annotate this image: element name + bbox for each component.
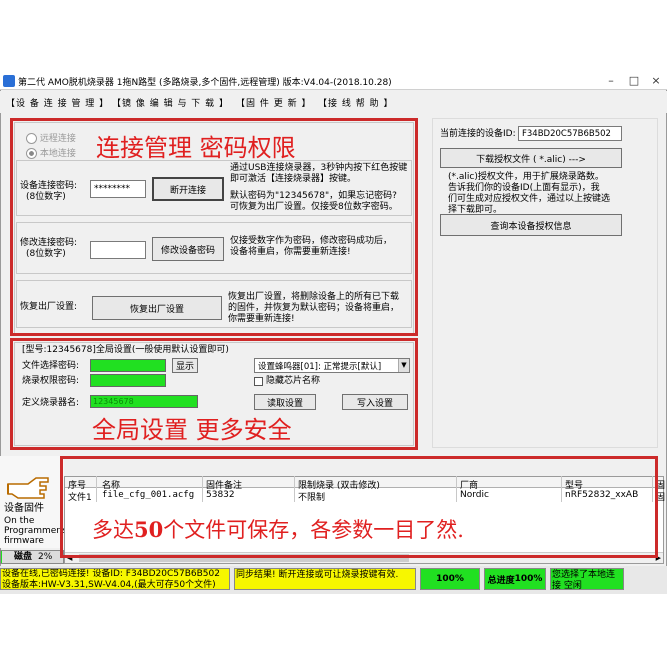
query-license-button[interactable]: 查询本设备授权信息 [440,214,622,236]
disk-label: 磁盘 [14,552,33,562]
pointing-hand-icon [7,477,49,499]
firmware-label-cn: 设备固件 [4,503,44,514]
device-id-label: 当前连接的设备ID: [440,129,516,139]
minimize-icon[interactable]: – [600,73,622,89]
auth-info-3: 们可生成对应授权文件，通过以上按键选 [448,194,611,204]
close-icon[interactable]: × [645,73,667,89]
connect-caption: 连接管理 密码权限 [96,134,296,162]
maximize-icon[interactable]: □ [623,73,645,89]
status-line-2: 设备版本:HW-V3.31,SW-V4.04,(最大可存50个文件) [2,580,216,590]
total-progress-bar: 总进度 100% [484,568,546,590]
disk-percent: 2% [38,552,53,562]
tab-image-edit-download[interactable]: 【镜 像 编 辑 与 下 载 】 [112,96,229,109]
files-caption: 多达50个文件可保存，各参数一目了然. [92,514,464,544]
download-license-button[interactable]: 下载授权文件 ( *.alic) ---> [440,148,622,168]
files-caption-a: 多达 [92,518,134,542]
global-caption: 全局设置 更多安全 [92,416,292,444]
total-progress-percent: 100% [514,574,543,584]
status-connection: 设备在线,已密码连接! 设备ID: F34BD20C57B6B502 设备版本:… [0,568,230,590]
tab-device-connect[interactable]: 【设 备 连 接 管 理 】 [6,96,109,109]
total-progress-label: 总进度 [487,575,515,586]
files-caption-number: 50 [134,517,164,542]
status-mode-text: 您选择了本地连接 空闲 [552,570,616,590]
tab-wiring-help[interactable]: 【接 线 帮 助 】 [318,96,393,109]
device-id-field: F34BD20C57B6B502 [518,126,622,141]
firmware-label-en-3: firmware [4,536,44,546]
tab-firmware-update[interactable]: 【固 件 更 新 】 [236,96,311,109]
progress-bar-1: 100% [420,568,480,590]
status-sync: 同步结果! 断开连接或可让烧录按键有效. [234,568,416,590]
status-line-1: 设备在线,已密码连接! 设备ID: F34BD20C57B6B502 [2,569,220,579]
status-sync-text: 同步结果! 断开连接或可让烧录按键有效. [236,570,399,580]
auth-info-1: (*.alic)授权文件，用于扩展烧录路数。 [448,172,604,182]
status-mode: 您选择了本地连接 空闲 [550,568,624,590]
files-caption-b: 个文件可保存，各参数一目了然. [163,518,464,542]
auth-info-2: 告诉我们你的设备ID(上面有显示)，我 [448,183,600,193]
window-title: 第二代 AMO脱机烧录器 1拖N路型 (多路烧录,多个固件,远程管理) 版本:V… [18,78,392,88]
disk-usage-fill [1,551,3,563]
app-icon [3,75,15,87]
